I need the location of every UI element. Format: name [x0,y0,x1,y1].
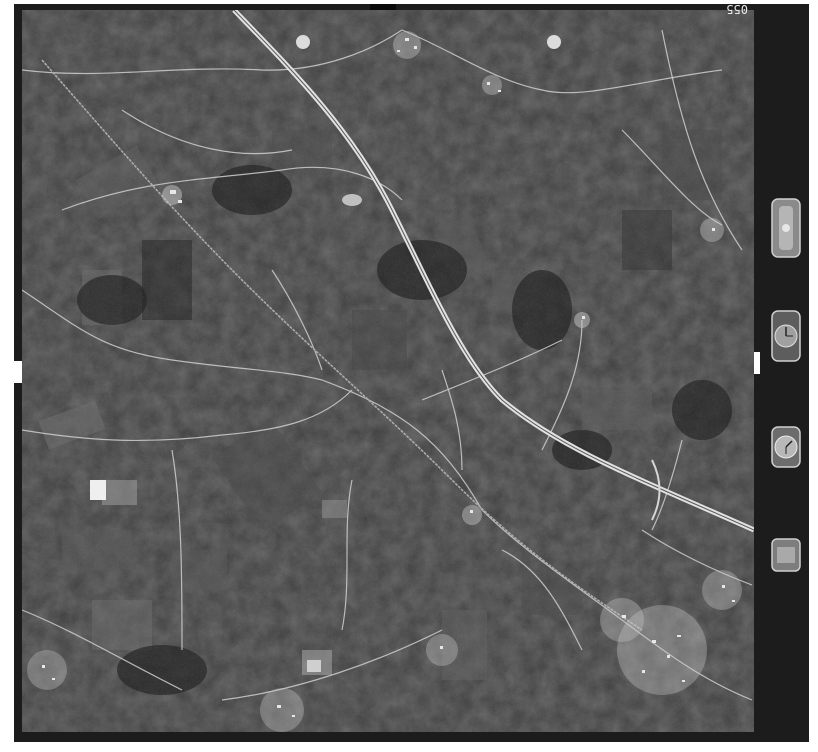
altimeter-dial-icon [771,310,801,362]
clock-dial-icon [771,426,801,468]
level-bubble-icon [771,198,801,258]
counter-window-icon [771,538,801,572]
aerial-photograph [22,10,754,732]
frame-number: 055 [726,2,748,16]
